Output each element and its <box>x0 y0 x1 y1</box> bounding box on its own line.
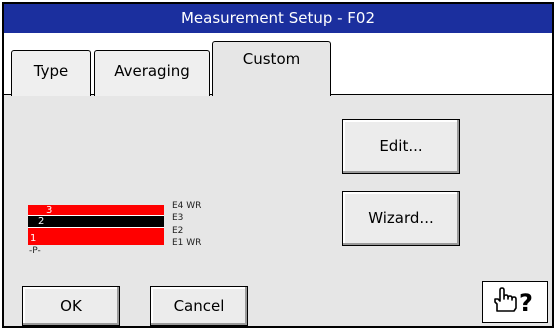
edit-button[interactable]: Edit... <box>342 119 460 174</box>
ok-button-label: OK <box>60 297 82 315</box>
electrode-label-e1: E1 WR <box>172 238 202 248</box>
window-title: Measurement Setup - F02 <box>180 9 376 27</box>
layer-1-number: 1 <box>30 233 37 244</box>
tab-averaging-label: Averaging <box>114 62 190 80</box>
layer-2-number: 2 <box>38 216 45 227</box>
tab-custom-label: Custom <box>242 50 301 68</box>
svg-text:?: ? <box>519 289 533 317</box>
edit-button-label: Edit... <box>379 137 423 155</box>
wizard-button-label: Wizard... <box>368 209 434 227</box>
ok-button[interactable]: OK <box>22 286 120 326</box>
tab-type[interactable]: Type <box>11 50 91 96</box>
pointing-hand-question-icon: ? <box>494 287 533 317</box>
layer-2-bar: 2 <box>28 215 164 228</box>
measurement-setup-window: Measurement Setup - F02 Type Averaging C… <box>2 2 554 328</box>
title-bar: Measurement Setup - F02 <box>4 4 552 33</box>
wizard-button[interactable]: Wizard... <box>342 191 460 246</box>
help-button[interactable]: ? <box>482 281 548 323</box>
cancel-button[interactable]: Cancel <box>150 286 248 326</box>
electrode-label-e2: E2 <box>172 226 184 236</box>
cancel-button-label: Cancel <box>173 297 225 315</box>
layer-1-bar: 1 <box>28 228 164 245</box>
tab-baseline-right <box>331 94 552 95</box>
electrode-label-e4: E4 WR <box>172 201 202 211</box>
tab-strip: Type Averaging Custom <box>4 33 552 96</box>
electrode-label-e3: E3 <box>172 213 184 223</box>
tab-averaging[interactable]: Averaging <box>94 50 210 96</box>
tab-type-label: Type <box>33 62 69 80</box>
tab-custom[interactable]: Custom <box>212 41 331 96</box>
probe-label: -P- <box>29 246 41 256</box>
